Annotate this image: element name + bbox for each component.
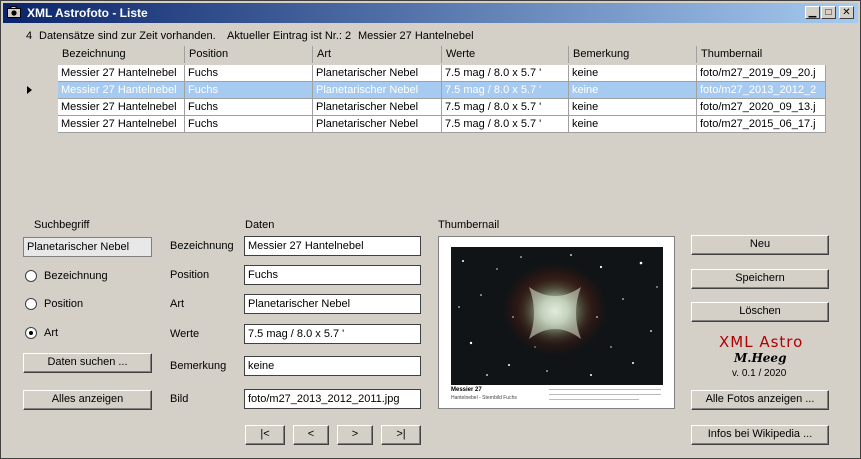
thumbnail-caption-sub: Hantelnebel - Sternbild Fuchs <box>451 395 517 401</box>
nebula-picture <box>458 254 658 376</box>
cell-werte[interactable]: 7.5 mag / 8.0 x 5.7 ' <box>442 116 569 133</box>
column-header-bemerkung[interactable]: Bemerkung <box>569 46 697 63</box>
label-position: Position <box>170 269 210 281</box>
last-record-button[interactable]: >| <box>381 425 421 445</box>
cell-position[interactable]: Fuchs <box>185 116 313 133</box>
column-header-art[interactable]: Art <box>313 46 442 63</box>
cell-bezeichnung[interactable]: Messier 27 Hantelnebel <box>58 65 185 82</box>
app-logo-name: XML Astro <box>719 333 804 351</box>
cell-werte[interactable]: 7.5 mag / 8.0 x 5.7 ' <box>442 65 569 82</box>
search-heading: Suchbegriff <box>34 219 90 231</box>
search-input[interactable]: Planetarischer Nebel <box>23 237 152 257</box>
cell-werte[interactable]: 7.5 mag / 8.0 x 5.7 ' <box>442 82 569 99</box>
camera-icon <box>7 6 21 18</box>
record-count: 4 <box>26 30 33 42</box>
delete-button[interactable]: Löschen <box>691 302 829 322</box>
thumbnail-image[interactable]: Messier 27 Hantelnebel - Sternbild Fuchs <box>438 236 675 409</box>
cell-bezeichnung[interactable]: Messier 27 Hantelnebel <box>58 116 185 133</box>
table-row-selected[interactable]: Messier 27 Hantelnebel Fuchs Planetarisc… <box>58 82 826 99</box>
table-row[interactable]: Messier 27 Hantelnebel Fuchs Planetarisc… <box>58 99 826 116</box>
column-header-thumbnail[interactable]: Thumbernail <box>697 46 826 63</box>
radio-label-bezeichnung[interactable]: Bezeichnung <box>44 270 108 282</box>
cell-thumbnail[interactable]: foto/m27_2013_2012_2 <box>697 82 826 99</box>
table-row[interactable]: Messier 27 Hantelnebel Fuchs Planetarisc… <box>58 65 826 82</box>
caption-line <box>549 399 639 400</box>
label-bild: Bild <box>170 393 189 405</box>
cell-bezeichnung[interactable]: Messier 27 Hantelnebel <box>58 82 185 99</box>
label-bemerkung: Bemerkung <box>170 360 227 372</box>
table-row[interactable]: Messier 27 Hantelnebel Fuchs Planetarisc… <box>58 116 826 133</box>
record-count-text: Datensätze sind zur Zeit vorhanden. <box>39 30 216 42</box>
window-title: XML Astrofoto - Liste <box>27 6 148 20</box>
label-art: Art <box>170 298 185 310</box>
label-bezeichnung: Bezeichnung <box>170 240 234 252</box>
wikipedia-button[interactable]: Infos bei Wikipedia ... <box>691 425 829 445</box>
radio-position[interactable] <box>25 298 37 310</box>
cell-werte[interactable]: 7.5 mag / 8.0 x 5.7 ' <box>442 99 569 116</box>
cell-art[interactable]: Planetarischer Nebel <box>313 116 442 133</box>
current-record-name: Messier 27 Hantelnebel <box>358 30 474 42</box>
minimize-button[interactable]: ▁ <box>805 6 820 19</box>
column-header-position[interactable]: Position <box>185 46 313 63</box>
cell-thumbnail[interactable]: foto/m27_2020_09_13.j <box>697 99 826 116</box>
bild-field[interactable]: foto/m27_2013_2012_2011.jpg <box>244 389 421 409</box>
radio-label-art[interactable]: Art <box>44 327 58 339</box>
previous-record-button[interactable]: < <box>293 425 329 445</box>
new-button[interactable]: Neu <box>691 235 829 255</box>
art-field[interactable]: Planetarischer Nebel <box>244 294 421 314</box>
current-record-label: Aktueller Eintrag ist Nr.: 2 <box>227 30 352 42</box>
close-icon: ✕ <box>842 7 851 18</box>
radio-art[interactable] <box>25 327 37 339</box>
cell-bemerkung[interactable]: keine <box>569 65 697 82</box>
radio-bezeichnung[interactable] <box>25 270 37 282</box>
werte-field[interactable]: 7.5 mag / 8.0 x 5.7 ' <box>244 324 421 344</box>
cell-bemerkung[interactable]: keine <box>569 116 697 133</box>
main-window: XML Astrofoto - Liste ▁ □ ✕ 4 Datensätze… <box>0 0 861 459</box>
bemerkung-field[interactable]: keine <box>244 356 421 376</box>
app-version: v. 0.1 / 2020 <box>732 368 787 379</box>
cell-thumbnail[interactable]: foto/m27_2019_09_20.j <box>697 65 826 82</box>
caption-line <box>549 394 661 395</box>
caption-line <box>549 389 661 390</box>
cell-bemerkung[interactable]: keine <box>569 99 697 116</box>
maximize-icon: □ <box>825 7 832 18</box>
save-button[interactable]: Speichern <box>691 269 829 289</box>
first-record-button[interactable]: |< <box>245 425 285 445</box>
label-werte: Werte <box>170 328 200 340</box>
radio-label-position[interactable]: Position <box>44 298 83 310</box>
close-button[interactable]: ✕ <box>839 6 854 19</box>
maximize-button[interactable]: □ <box>821 6 836 19</box>
current-row-indicator <box>27 86 32 94</box>
app-logo-author: M.Heeg <box>734 351 787 365</box>
column-header-bezeichnung[interactable]: Bezeichnung <box>58 46 185 63</box>
cell-bemerkung[interactable]: keine <box>569 82 697 99</box>
next-record-button[interactable]: > <box>337 425 373 445</box>
cell-position[interactable]: Fuchs <box>185 65 313 82</box>
cell-art[interactable]: Planetarischer Nebel <box>313 65 442 82</box>
cell-position[interactable]: Fuchs <box>185 99 313 116</box>
cell-art[interactable]: Planetarischer Nebel <box>313 82 442 99</box>
cell-art[interactable]: Planetarischer Nebel <box>313 99 442 116</box>
show-all-photos-button[interactable]: Alle Fotos anzeigen ... <box>691 390 829 410</box>
details-heading: Daten <box>245 219 275 231</box>
position-field[interactable]: Fuchs <box>244 265 421 285</box>
nebula-photo <box>451 247 663 385</box>
thumbnail-heading: Thumbernail <box>438 219 500 231</box>
cell-position[interactable]: Fuchs <box>185 82 313 99</box>
minimize-icon: ▁ <box>808 7 817 18</box>
column-header-werte[interactable]: Werte <box>442 46 569 63</box>
title-bar[interactable]: XML Astrofoto - Liste ▁ □ ✕ <box>3 3 858 23</box>
cell-thumbnail[interactable]: foto/m27_2015_06_17.j <box>697 116 826 133</box>
show-all-button[interactable]: Alles anzeigen <box>23 390 152 410</box>
bezeichnung-field[interactable]: Messier 27 Hantelnebel <box>244 236 421 256</box>
search-data-button[interactable]: Daten suchen ... <box>23 353 152 373</box>
thumbnail-caption-title: Messier 27 <box>451 387 482 393</box>
cell-bezeichnung[interactable]: Messier 27 Hantelnebel <box>58 99 185 116</box>
